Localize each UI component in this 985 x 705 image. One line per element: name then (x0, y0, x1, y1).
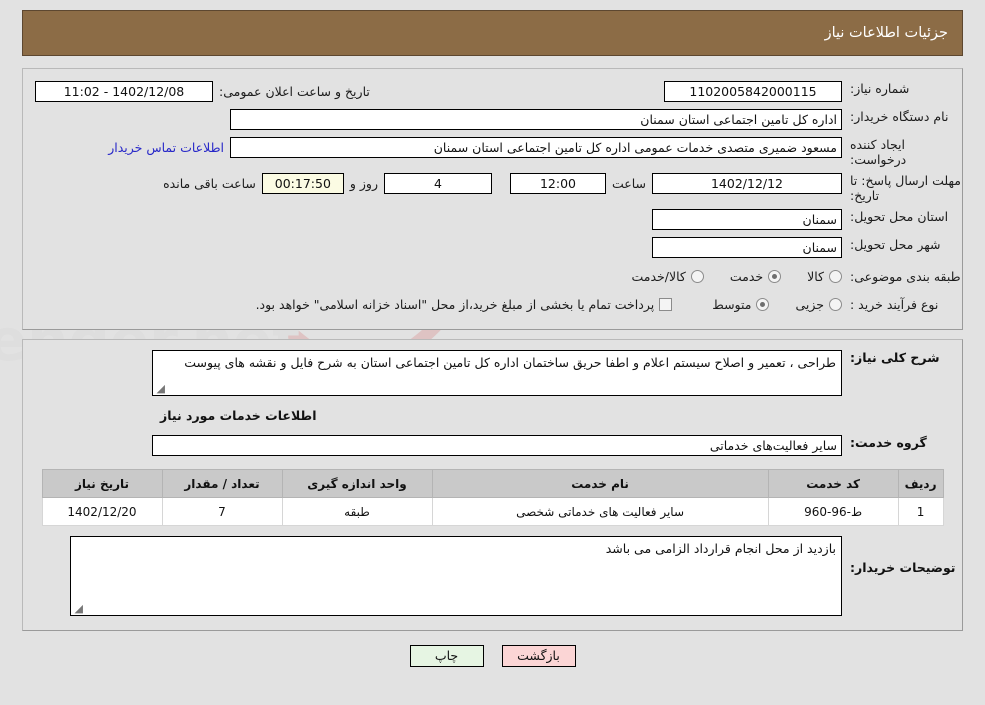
back-button[interactable]: بازگشت (501, 645, 576, 667)
cell-date: 1402/12/20 (41, 497, 163, 526)
category-option-kala-khedmat[interactable]: کالا/خدمت (631, 268, 704, 284)
row-general-desc: شرح کلی نیاز: طراحی ، تعمیر و اصلاح سیست… (23, 350, 962, 396)
process-radio-group: جزیی متوسط (686, 297, 842, 312)
hour-word-label: ساعت (611, 176, 646, 191)
cell-qty: 7 (161, 497, 283, 526)
service-group-label: گروه خدمت: (850, 435, 927, 450)
row-buyer-org: نام دستگاه خریدار: اداره کل تامین اجتماع… (23, 109, 962, 131)
category-option-kala[interactable]: کالا (807, 269, 842, 284)
row-need-number: شماره نیاز: 1102005842000115 تاریخ و ساع… (23, 81, 962, 103)
process-label: نوع فرآیند خرید : (850, 296, 939, 312)
remaining-suffix-label: ساعت باقی مانده (163, 176, 256, 191)
table-row: 1 ط-96-960 سایر فعالیت های خدماتی شخصی ط… (41, 497, 944, 526)
buyer-org-value: اداره کل تامین اجتماعی استان سمنان (230, 109, 842, 130)
radio-icon[interactable] (768, 269, 782, 283)
process-option-jozii[interactable]: جزیی (795, 297, 842, 312)
resize-grip-icon[interactable]: ◢ (155, 383, 165, 394)
col-unit: واحد اندازه گیری (281, 469, 433, 498)
radio-icon[interactable] (829, 297, 842, 311)
row-buyer-notes: توضیحات خریدار: بازدید از محل انجام قرار… (23, 536, 962, 616)
category-option-label: کالا/خدمت (631, 268, 686, 284)
page-header-bar: جزئیات اطلاعات نیاز (22, 10, 963, 56)
table-header-row: ردیف کد خدمت نام خدمت واحد اندازه گیری ت… (41, 469, 944, 498)
row-service-group: گروه خدمت: سایر فعالیت‌های خدماتی (23, 435, 962, 457)
row-province: استان محل تحویل: سمنان (23, 209, 962, 231)
province-label: استان محل تحویل: (850, 209, 949, 224)
col-date: تاریخ نیاز (41, 469, 163, 498)
category-option-label: خدمت (729, 268, 764, 284)
col-radif: ردیف (897, 469, 944, 498)
radio-icon[interactable] (756, 297, 770, 311)
service-group-value: سایر فعالیت‌های خدماتی (152, 435, 842, 456)
city-value: سمنان (652, 237, 842, 258)
treasury-checkbox-label: پرداخت تمام یا بخشی از مبلغ خرید،از محل … (255, 296, 655, 312)
radio-icon[interactable] (829, 269, 842, 283)
cell-code: ط-96-960 (767, 497, 899, 526)
need-number-label: شماره نیاز: (850, 81, 910, 96)
buyer-org-label: نام دستگاه خریدار: (850, 109, 949, 124)
creator-label: ایجاد کننده درخواست: (850, 137, 907, 167)
deadline-time-value: 12:00 (509, 173, 606, 194)
radio-icon[interactable] (690, 269, 704, 283)
public-announce-label: تاریخ و ساعت اعلان عمومی: (219, 84, 370, 99)
cell-name: سایر فعالیت های خدماتی شخصی (431, 497, 769, 526)
category-label: طبقه بندی موضوعی: (850, 268, 961, 284)
col-name: نام خدمت (431, 469, 769, 498)
cell-unit: طبقه (281, 497, 433, 526)
row-category: طبقه بندی موضوعی: کالا خدمت کالا/خدمت (23, 265, 962, 287)
buyer-notes-text: بازدید از محل انجام قرارداد الزامی می با… (605, 541, 836, 556)
creator-value: مسعود ضمیری متصدی خدمات عمومی اداره کل ت… (230, 137, 842, 158)
public-announce-value: 1402/12/08 - 11:02 (35, 81, 213, 102)
print-button[interactable]: چاپ (409, 645, 484, 667)
city-label: شهر محل تحویل: (850, 237, 941, 252)
row-purchase-process: نوع فرآیند خرید : جزیی متوسط پرداخت تمام… (23, 293, 962, 315)
category-option-label: کالا (807, 268, 824, 284)
need-info-panel: شماره نیاز: 1102005842000115 تاریخ و ساع… (22, 68, 963, 330)
resize-grip-icon[interactable]: ◢ (73, 603, 83, 614)
category-radio-group: کالا خدمت کالا/خدمت (605, 269, 842, 284)
page-title: جزئیات اطلاعات نیاز (824, 25, 948, 41)
deadline-date-value: 1402/12/12 (652, 173, 842, 194)
treasury-checkbox[interactable] (659, 297, 673, 311)
general-desc-value[interactable]: طراحی ، تعمیر و اصلاح سیستم اعلام و اطفا… (152, 350, 842, 396)
process-option-motevaset[interactable]: متوسط (712, 296, 770, 312)
col-qty: تعداد / مقدار (161, 469, 283, 498)
need-details-panel: شرح کلی نیاز: طراحی ، تعمیر و اصلاح سیست… (22, 339, 963, 631)
general-desc-text: طراحی ، تعمیر و اصلاح سیستم اعلام و اطفا… (184, 355, 836, 370)
buyer-contact-link[interactable]: اطلاعات تماس خریدار (102, 137, 230, 158)
cell-radif: 1 (897, 497, 944, 526)
need-number-value: 1102005842000115 (664, 81, 842, 102)
process-option-label: متوسط (712, 296, 752, 312)
footer-actions: بازگشت چاپ (0, 645, 985, 667)
process-option-label: جزیی (795, 296, 824, 312)
row-creator: ایجاد کننده درخواست: مسعود ضمیری متصدی خ… (23, 137, 962, 167)
services-table: ردیف کد خدمت نام خدمت واحد اندازه گیری ت… (41, 469, 944, 526)
buyer-notes-label: توضیحات خریدار: (850, 560, 956, 575)
buyer-notes-value[interactable]: بازدید از محل انجام قرارداد الزامی می با… (70, 536, 842, 616)
province-value: سمنان (652, 209, 842, 230)
row-deadline: مهلت ارسال پاسخ: تا تاریخ: 1402/12/12 سا… (23, 173, 962, 203)
general-desc-label: شرح کلی نیاز: (850, 350, 940, 365)
services-section-title: اطلاعات خدمات مورد نیاز (160, 408, 317, 423)
days-word-label: روز و (349, 176, 378, 191)
days-remaining-value: 4 (383, 173, 492, 194)
page-root: جزئیات اطلاعات نیاز شماره نیاز: 11020058… (0, 10, 985, 667)
deadline-label: مهلت ارسال پاسخ: تا تاریخ: (850, 173, 961, 203)
time-remaining-value: 00:17:50 (261, 173, 344, 194)
row-city: شهر محل تحویل: سمنان (23, 237, 962, 259)
category-option-khedmat[interactable]: خدمت (729, 268, 782, 284)
col-code: کد خدمت (767, 469, 899, 498)
